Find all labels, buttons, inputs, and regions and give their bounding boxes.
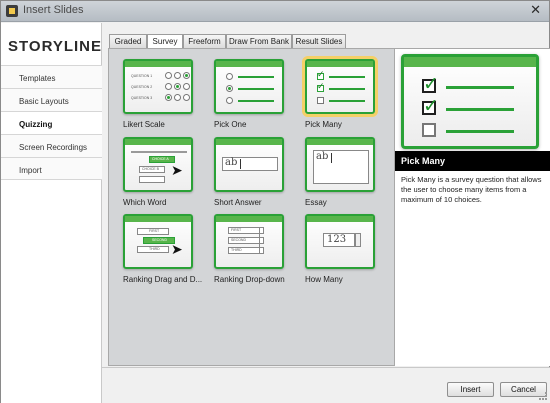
which-word-choice-a: CHOICE A [152,157,169,161]
pick-many-icon [305,59,375,114]
sidebar-item-screen-recordings[interactable]: Screen Recordings [1,134,102,157]
tile-likert-scale[interactable]: QUESTION 1 QUESTION 2 QUESTION 3 Likert … [123,59,212,131]
ranking-drag-third: THIRD [149,247,160,251]
sidebar-item-import[interactable]: Import [1,157,102,180]
essay-field-text: ab [316,151,329,162]
tab-survey[interactable]: Survey [147,34,183,49]
short-answer-icon: ab [214,137,284,192]
tile-label: Likert Scale [123,120,165,129]
ranking-drag-second: SECOND [152,238,167,242]
insert-button[interactable]: Insert [447,382,494,397]
tile-label: Essay [305,198,327,207]
short-answer-field-text: ab [225,157,238,168]
ranking-dropdown-second: SECOND [231,238,246,242]
slide-type-grid: QUESTION 1 QUESTION 2 QUESTION 3 Likert … [108,48,395,366]
tile-ranking-drop-down[interactable]: FIRST SECOND THIRD Ranking Drop-down [214,214,303,286]
cursor-icon: ➤ [171,163,183,179]
likert-question-2: QUESTION 2 [131,85,153,89]
tile-short-answer[interactable]: ab Short Answer [214,137,303,209]
ranking-dropdown-third: THIRD [231,248,242,252]
tile-label: How Many [305,275,343,284]
which-word-choice-b: CHOICE B [142,167,159,171]
tile-which-word[interactable]: CHOICE A CHOICE B ➤ Which Word [123,137,212,209]
which-word-icon: CHOICE A CHOICE B ➤ [123,137,193,192]
sidebar-list: Templates Basic Layouts Quizzing Screen … [1,65,102,180]
ranking-drag-icon: FIRST SECOND THIRD ➤ [123,214,193,269]
tile-essay[interactable]: ab Essay [305,137,394,209]
tile-label: Ranking Drag and D... [123,275,203,284]
sidebar: STORYLINE Templates Basic Layouts Quizzi… [1,23,102,403]
pick-many-preview-icon [401,54,539,149]
likert-scale-icon: QUESTION 1 QUESTION 2 QUESTION 3 [123,59,193,114]
close-icon[interactable]: ✕ [530,3,541,18]
tile-label: Pick Many [305,120,342,129]
tile-label: Short Answer [214,198,262,207]
cursor-icon: ➤ [171,242,183,258]
tile-how-many[interactable]: 123 How Many [305,214,394,286]
ranking-dropdown-first: FIRST [231,228,242,232]
resize-grip[interactable] [539,392,547,400]
sidebar-item-templates[interactable]: Templates [1,65,102,88]
tab-freeform[interactable]: Freeform [183,34,226,48]
likert-question-3: QUESTION 3 [131,96,153,100]
essay-icon: ab [305,137,375,192]
ranking-dropdown-icon: FIRST SECOND THIRD [214,214,284,269]
preview-description: Pick Many is a survey question that allo… [401,175,542,204]
app-icon [6,5,18,17]
sidebar-item-quizzing[interactable]: Quizzing [1,111,102,134]
tab-result-slides[interactable]: Result Slides [292,34,346,48]
tile-pick-many[interactable]: Pick Many [305,59,394,131]
brand-logo: STORYLINE [8,38,103,55]
tile-label: Which Word [123,198,167,207]
tile-pick-one[interactable]: Pick One [214,59,303,131]
insert-slides-dialog: Insert Slides ✕ STORYLINE Templates Basi… [0,0,550,403]
preview-title: Pick Many [395,151,550,171]
sidebar-item-basic-layouts[interactable]: Basic Layouts [1,88,102,111]
tile-ranking-drag-and-drop[interactable]: FIRST SECOND THIRD ➤ Ranking Drag and D.… [123,214,212,286]
window-title: Insert Slides [23,4,84,16]
how-many-icon: 123 [305,214,375,269]
tile-label: Ranking Drop-down [214,275,285,284]
pick-one-icon [214,59,284,114]
tile-label: Pick One [214,120,247,129]
likert-question-1: QUESTION 1 [131,74,153,78]
dialog-footer: Insert Cancel [102,367,550,403]
how-many-value: 123 [327,234,347,245]
tab-graded[interactable]: Graded [109,34,147,48]
tab-draw-from-bank[interactable]: Draw From Bank [226,34,292,48]
title-bar: Insert Slides ✕ [1,1,549,22]
preview-panel: Pick Many Pick Many is a survey question… [395,48,550,366]
ranking-drag-first: FIRST [149,229,160,233]
